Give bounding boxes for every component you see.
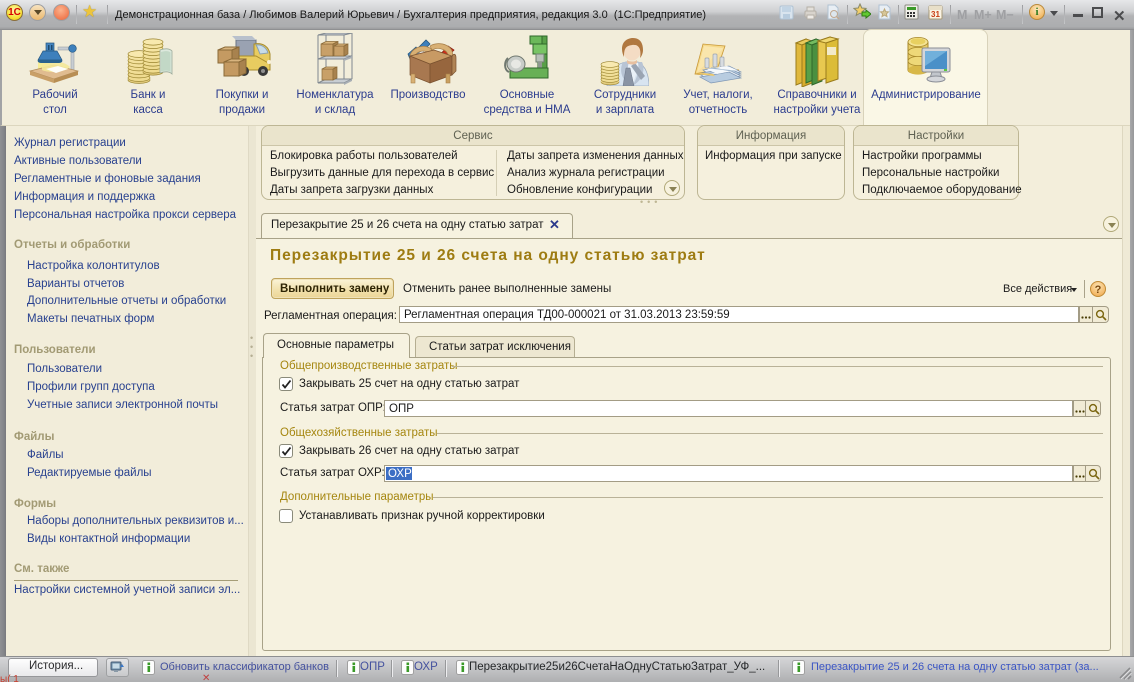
svg-text:31: 31 bbox=[931, 10, 940, 19]
